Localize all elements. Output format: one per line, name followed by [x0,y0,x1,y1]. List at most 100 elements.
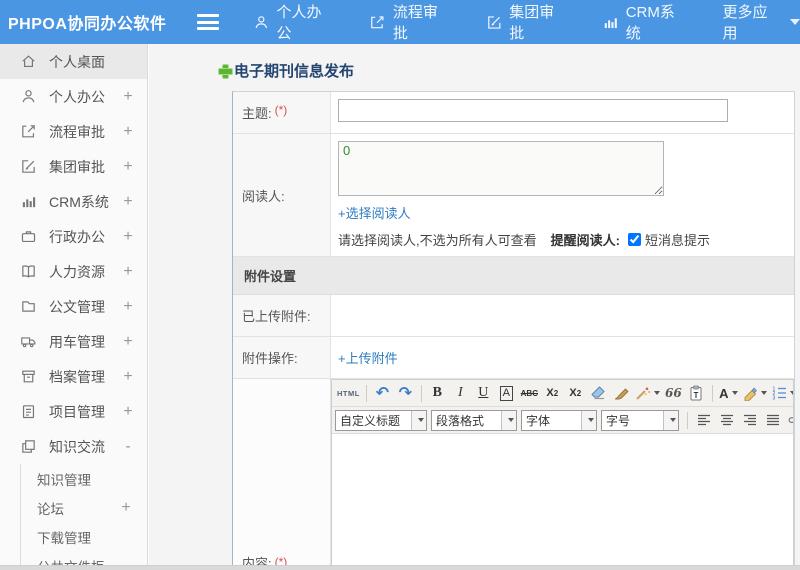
caret-down-icon [760,391,767,395]
editor-content-area[interactable] [332,434,793,570]
align-left-icon [696,412,712,428]
undo-button[interactable]: ↶ [371,382,394,404]
truck-icon [20,333,37,350]
expand-toggle[interactable]: + [121,88,135,106]
readers-hint: 请选择阅读人,不选为所有人可查看 [338,233,537,248]
subject-row: 主题: (*) [233,92,794,134]
html-source-button[interactable]: HTML [335,382,362,404]
menu-toggle-icon[interactable] [197,14,219,30]
expand-toggle[interactable]: + [121,333,135,351]
caret-down-icon [789,391,793,395]
nav-group-approval[interactable]: 集团审批 [486,1,568,43]
sidebar-item-personal-office[interactable]: 个人办公 + [0,79,147,114]
plus-icon [218,64,233,79]
sidebar-item-workflow-approval[interactable]: 流程审批 + [0,114,147,149]
knowledge-submenu: 知识管理 论坛 + 下载管理 公共文件柜 [20,464,147,570]
publish-form: 主题: (*) 阅读人: 0 +选择阅读人 请选择阅读人,不选为所有人可查看 提… [232,91,795,570]
italic-button[interactable]: I [449,382,472,404]
sidebar-item-document-mgmt[interactable]: 公文管理 + [0,289,147,324]
paste-plain-text-button[interactable] [685,382,708,404]
main-content: 电子期刊信息发布 主题: (*) 阅读人: 0 +选择阅读人 请选择阅读人,不选… [149,44,800,570]
subject-input[interactable] [338,99,728,122]
font-size-select[interactable]: 字号 [601,409,679,431]
person-icon [253,14,270,31]
sidebar-item-personal-desktop[interactable]: 个人桌面 [0,44,147,79]
redo-button[interactable]: ↷ [394,382,417,404]
blockquote-button[interactable]: 66 [662,382,685,404]
sidebar-item-forum[interactable]: 论坛 + [21,493,147,522]
align-right-button[interactable] [738,409,761,431]
horizontal-scrollbar[interactable] [0,565,800,570]
expand-toggle[interactable]: + [121,228,135,246]
font-style-button[interactable]: A [495,382,518,404]
sidebar-item-archive-mgmt[interactable]: 档案管理 + [0,359,147,394]
attachment-action-label: 附件操作: [242,351,298,366]
caret-down-icon [417,418,424,422]
archive-icon [20,368,37,385]
sidebar-item-group-approval[interactable]: 集团审批 + [0,149,147,184]
flow-icon [369,14,386,31]
flow-icon [20,123,37,140]
sidebar-item-project-mgmt[interactable]: 项目管理 + [0,394,147,429]
subscript-button[interactable]: X2 [564,382,587,404]
remove-format-button[interactable] [587,382,610,404]
justify-button[interactable] [761,409,784,431]
book-icon [20,263,37,280]
font-family-select[interactable]: 字体 [521,409,597,431]
link-icon [788,412,794,428]
insert-link-button[interactable] [784,409,793,431]
heading-select[interactable]: 自定义标题 [335,409,427,431]
content-row: 内容: (*) HTML ↶ ↷ B I U A ABC X 2 X 2 66 … [233,379,794,570]
expand-toggle[interactable]: + [121,263,135,281]
sidebar: 个人桌面 个人办公 + 流程审批 + 集团审批 + CRM系统 + 行政办公 +… [0,44,148,570]
home-icon [20,53,37,70]
nav-crm[interactable]: CRM系统 [602,1,688,43]
expand-toggle[interactable]: + [121,298,135,316]
align-left-button[interactable] [692,409,715,431]
sidebar-item-admin-office[interactable]: 行政办公 + [0,219,147,254]
highlight-color-button[interactable] [740,382,769,404]
sidebar-item-crm[interactable]: CRM系统 + [0,184,147,219]
strikethrough-button[interactable]: ABC [518,382,541,404]
brush-icon [613,385,629,401]
expand-toggle[interactable]: + [121,158,135,176]
editor-toolbar-row1: HTML ↶ ↷ B I U A ABC X2 X2 66 A [332,380,793,407]
format-painter-button[interactable] [610,382,633,404]
align-right-icon [742,412,758,428]
readers-textarea[interactable]: 0 [338,141,664,196]
autoformat-button[interactable] [633,382,662,404]
font-color-button[interactable]: A [717,382,740,404]
sidebar-item-hr[interactable]: 人力资源 + [0,254,147,289]
nav-more-apps[interactable]: 更多应用 [723,1,800,43]
editor-toolbar-row2: 自定义标题 段落格式 字体 字号 [332,407,793,434]
align-center-icon [719,412,735,428]
sms-remind-label: 短消息提示 [644,233,710,248]
expand-toggle[interactable]: + [121,193,135,211]
select-readers-link[interactable]: +选择阅读人 [338,203,411,222]
upload-attachment-link[interactable]: +上传附件 [338,348,398,367]
chevron-down-icon [790,19,800,25]
sidebar-item-knowledge-exchange[interactable]: 知识交流 - [0,429,147,464]
collapse-toggle[interactable]: - [121,438,135,456]
highlighter-icon [742,385,758,401]
caret-down-icon [507,418,514,422]
caret-down-icon [731,391,738,395]
expand-toggle[interactable]: + [121,123,135,141]
ordered-list-button[interactable] [769,382,793,404]
nav-personal-office[interactable]: 个人办公 [253,1,335,43]
sidebar-item-knowledge-mgmt[interactable]: 知识管理 [21,464,147,493]
bold-button[interactable]: B [426,382,449,404]
nav-workflow-approval[interactable]: 流程审批 [369,1,451,43]
superscript-button[interactable]: X2 [541,382,564,404]
sms-remind-checkbox[interactable] [627,233,641,246]
align-center-button[interactable] [715,409,738,431]
paragraph-format-select[interactable]: 段落格式 [431,409,517,431]
expand-toggle[interactable]: + [121,368,135,386]
clipboard-paste-icon [688,385,704,401]
app-logo: PHPOA协同办公软件 [8,16,167,33]
underline-button[interactable]: U [472,382,495,404]
expand-toggle[interactable]: + [119,499,133,517]
sidebar-item-download-mgmt[interactable]: 下载管理 [21,522,147,551]
sidebar-item-vehicle-mgmt[interactable]: 用车管理 + [0,324,147,359]
expand-toggle[interactable]: + [121,403,135,421]
